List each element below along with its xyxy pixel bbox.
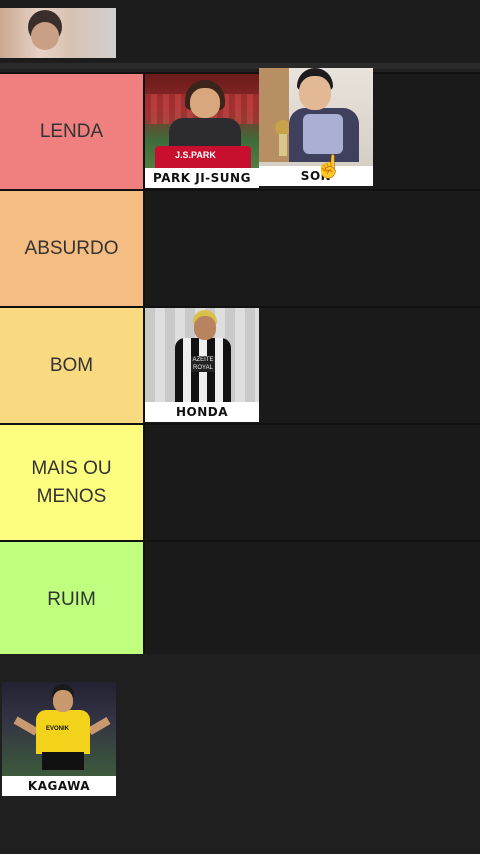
player-card-honda[interactable]: AZEITE ROYAL HONDA [145, 308, 259, 422]
player-name-park: PARK JI-SUNG [145, 168, 259, 188]
tier-label-mais-ou-menos: MAIS OU MENOS [0, 425, 145, 540]
tier-row-bom: BOM AZEITE ROYAL HONDA [0, 308, 480, 425]
kagawa-jersey [36, 710, 90, 754]
player-name-kagawa: KAGAWA [2, 776, 116, 796]
park-photo: J.S.PARK [145, 74, 259, 170]
honda-photo: AZEITE ROYAL [145, 308, 259, 402]
tier-row-absurdo: ABSURDO [0, 191, 480, 308]
kagawa-photo: EVONIK [2, 682, 116, 776]
player-card-park[interactable]: J.S.PARK PARK JI-SUNG [145, 74, 259, 188]
tier-label-bom: BOM [0, 308, 145, 423]
honda-jersey-sponsor: AZEITE ROYAL [191, 356, 215, 372]
son-face [299, 76, 331, 110]
tier-drop-zone-absurdo[interactable] [145, 191, 480, 306]
player-name-honda: HONDA [145, 402, 259, 422]
unranked-pool[interactable]: EVONIK KAGAWA [0, 654, 480, 854]
tier-label-absurdo: ABSURDO [0, 191, 145, 306]
tier-row-mais-ou-menos: MAIS OU MENOS [0, 425, 480, 542]
top-bar [0, 0, 480, 62]
tier-drop-zone-lenda[interactable]: J.S.PARK PARK JI-SUNG SON ☝ [145, 68, 480, 189]
hand-pointer-icon: ☝ [315, 154, 343, 179]
top-player-thumbnail[interactable] [0, 8, 116, 58]
trophy-base [279, 134, 287, 156]
park-shirt-text: J.S.PARK [175, 150, 216, 160]
divider [0, 63, 480, 69]
kagawa-right-arm [87, 717, 111, 735]
tier-label-lenda: LENDA [0, 74, 145, 189]
thumbnail-face [31, 22, 59, 50]
tier-drop-zone-ruim[interactable] [145, 542, 480, 657]
tier-drop-zone-bom[interactable]: AZEITE ROYAL HONDA [145, 308, 480, 423]
tier-label-ruim: RUIM [0, 542, 145, 657]
tier-list: LENDA J.S.PARK PARK JI-SUNG SON ☝ ABSURD… [0, 68, 480, 659]
park-face [190, 88, 220, 118]
player-card-kagawa[interactable]: EVONIK KAGAWA [2, 682, 116, 796]
kagawa-face [53, 690, 73, 712]
kagawa-jersey-sponsor: EVONIK [46, 726, 70, 732]
honda-face [194, 316, 216, 340]
kagawa-shorts [42, 752, 84, 770]
son-shirt-print [303, 114, 343, 154]
tier-drop-zone-mais-ou-menos[interactable] [145, 425, 480, 540]
tier-row-lenda: LENDA J.S.PARK PARK JI-SUNG SON ☝ [0, 68, 480, 191]
player-card-son[interactable]: SON ☝ [259, 68, 373, 186]
kagawa-left-arm [13, 716, 39, 736]
son-photo [259, 68, 373, 166]
tier-row-ruim: RUIM [0, 542, 480, 659]
